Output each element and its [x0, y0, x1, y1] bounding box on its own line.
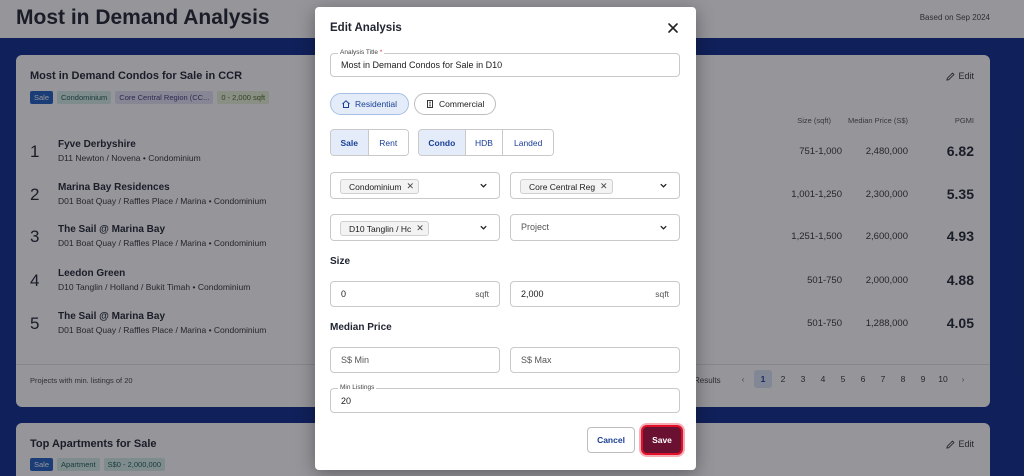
- min-listings-value: 20: [341, 396, 352, 406]
- project-select[interactable]: Project: [510, 214, 680, 241]
- commercial-label: Commercial: [439, 99, 485, 109]
- project-placeholder: Project: [521, 222, 550, 232]
- min-listings-label: Min Listings: [338, 384, 377, 391]
- size-max-value: 2,000: [521, 289, 544, 299]
- price-max-placeholder: S$ Max: [521, 355, 552, 365]
- chevron-down-icon: [480, 225, 487, 230]
- landed-toggle[interactable]: Landed: [503, 130, 553, 155]
- dialog-title: Edit Analysis: [330, 22, 402, 34]
- analysis-title-label: Analysis Title *: [338, 49, 385, 56]
- home-icon: [342, 100, 350, 108]
- analysis-title-field[interactable]: Analysis Title * Most in Demand Condos f…: [330, 49, 680, 77]
- residential-toggle[interactable]: Residential: [330, 93, 409, 115]
- price-min-input[interactable]: S$ Min: [330, 347, 500, 373]
- building-icon: [427, 100, 433, 108]
- district-select[interactable]: D10 Tanglin / Hc ✕: [330, 214, 500, 241]
- save-button[interactable]: Save: [643, 427, 681, 453]
- selected-chip-district: D10 Tanglin / Hc ✕: [340, 221, 429, 236]
- size-unit: sqft: [655, 289, 669, 299]
- price-max-input[interactable]: S$ Max: [510, 347, 680, 373]
- property-subtype-select[interactable]: Condominium ✕: [330, 172, 500, 199]
- remove-chip-icon[interactable]: ✕: [416, 223, 424, 234]
- remove-chip-icon[interactable]: ✕: [406, 181, 414, 192]
- size-unit: sqft: [475, 289, 489, 299]
- size-min-value: 0: [341, 289, 347, 299]
- residential-label: Residential: [355, 99, 398, 109]
- size-section-label: Size: [330, 256, 351, 267]
- close-icon[interactable]: [666, 21, 680, 35]
- sale-toggle[interactable]: Sale: [331, 130, 369, 155]
- required-mark: *: [379, 49, 383, 56]
- remove-chip-icon[interactable]: ✕: [600, 181, 608, 192]
- min-listings-input[interactable]: Min Listings 20: [330, 384, 680, 413]
- condo-toggle[interactable]: Condo: [419, 130, 466, 155]
- chevron-down-icon: [480, 183, 487, 188]
- commercial-toggle[interactable]: Commercial: [414, 93, 496, 115]
- chevron-down-icon: [660, 183, 667, 188]
- selected-chip-region: Core Central Reg ✕: [520, 179, 613, 194]
- rent-toggle[interactable]: Rent: [368, 130, 408, 155]
- median-price-section-label: Median Price: [330, 322, 392, 333]
- size-min-input[interactable]: 0 sqft: [330, 281, 500, 307]
- cancel-button[interactable]: Cancel: [587, 427, 635, 453]
- region-select[interactable]: Core Central Reg ✕: [510, 172, 680, 199]
- analysis-title-value: Most in Demand Condos for Sale in D10: [341, 60, 503, 70]
- edit-analysis-dialog: Edit Analysis Analysis Title * Most in D…: [315, 7, 696, 470]
- selected-chip-condominium: Condominium ✕: [340, 179, 419, 194]
- hdb-toggle[interactable]: HDB: [465, 130, 504, 155]
- size-max-input[interactable]: 2,000 sqft: [510, 281, 680, 307]
- category-group: Condo HDB Landed: [418, 129, 554, 156]
- price-min-placeholder: S$ Min: [341, 355, 370, 365]
- chevron-down-icon: [660, 225, 667, 230]
- listing-type-group: Sale Rent: [330, 129, 409, 156]
